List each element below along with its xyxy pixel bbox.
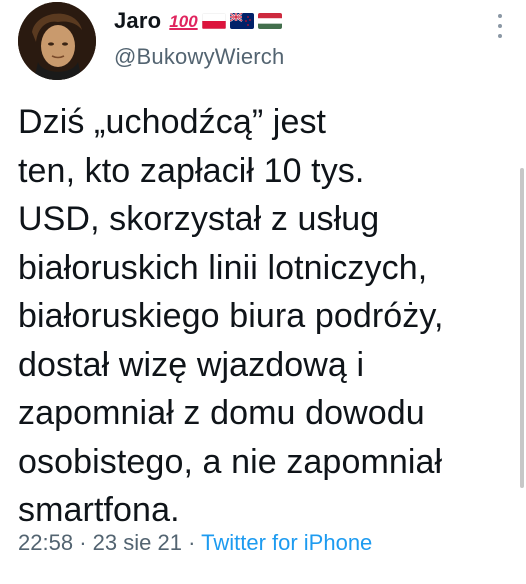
meta-separator: · (188, 530, 196, 555)
tweet-date[interactable]: 23 sie 21 (93, 530, 182, 555)
more-dot (498, 14, 502, 18)
user-handle[interactable]: @BukowyWierch (114, 44, 284, 70)
avatar[interactable] (18, 2, 96, 80)
name-row: Jaro 100 (114, 6, 284, 36)
display-name[interactable]: Jaro (114, 8, 161, 34)
more-dot (498, 24, 502, 28)
new-zealand-flag-icon (229, 13, 254, 29)
tweet-meta: 22:58 · 23 sie 21 · Twitter for iPhone (18, 530, 372, 556)
hundred-points-icon: 100 (169, 11, 198, 31)
meta-separator: · (79, 530, 87, 555)
tweet-time[interactable]: 22:58 (18, 530, 73, 555)
tweet-card: Jaro 100 @BukowyWierch Dziś „uchodźcą” j… (0, 0, 526, 584)
tweet-source-link[interactable]: Twitter for iPhone (201, 530, 372, 555)
avatar-image (18, 2, 96, 80)
more-dot (498, 34, 502, 38)
hungary-flag-icon (257, 13, 282, 29)
scrollbar[interactable] (520, 168, 524, 488)
poland-flag-icon (201, 13, 226, 29)
more-vertical-icon[interactable] (496, 14, 504, 38)
tweet-text: Dziś „uchodźcą” jest ten, kto zapłacił 1… (18, 103, 444, 529)
author-block: Jaro 100 @BukowyWierch (114, 6, 284, 70)
